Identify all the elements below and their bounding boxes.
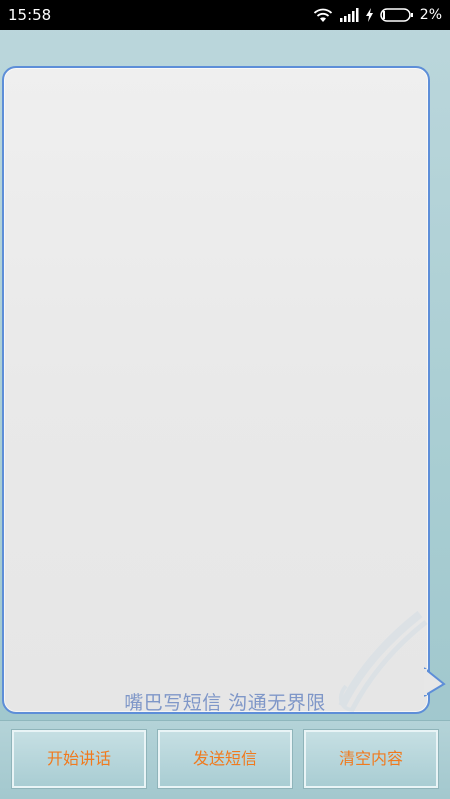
status-time: 15:58 bbox=[8, 6, 52, 24]
wifi-icon bbox=[313, 7, 333, 23]
battery-percent: 2% bbox=[419, 7, 442, 23]
signal-icon bbox=[339, 8, 359, 22]
battery-icon bbox=[380, 7, 414, 23]
slogan-text: 嘴巴写短信 沟通无界限 bbox=[124, 692, 326, 714]
bottom-action-bar: 开始讲话 发送短信 清空内容 bbox=[0, 720, 450, 799]
clear-content-button[interactable]: 清空内容 bbox=[303, 729, 439, 789]
start-talk-button[interactable]: 开始讲话 bbox=[11, 729, 147, 789]
send-sms-button[interactable]: 发送短信 bbox=[157, 729, 293, 789]
status-icons: 2% bbox=[313, 5, 442, 25]
message-bubble bbox=[2, 66, 448, 718]
charging-icon bbox=[365, 8, 374, 22]
status-bar: 15:58 2% bbox=[0, 0, 450, 30]
